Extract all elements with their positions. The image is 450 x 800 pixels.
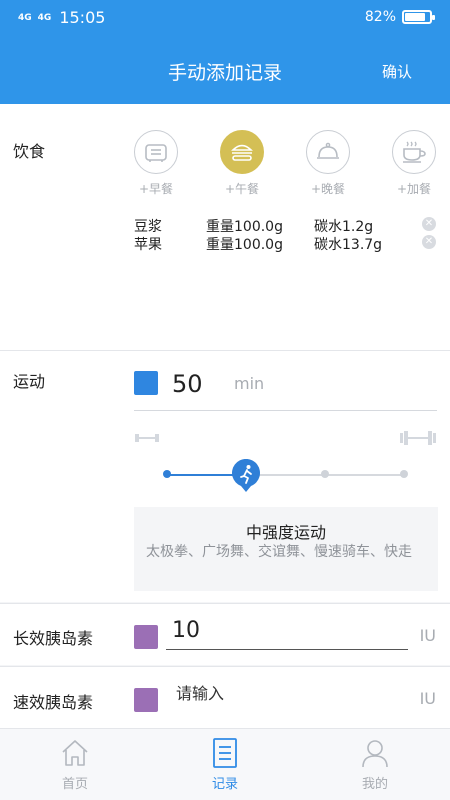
toaster-icon [134, 130, 178, 174]
delete-food-button[interactable]: ✕ [422, 235, 436, 249]
tab-record[interactable]: 记录 [175, 729, 275, 800]
short-insulin-color-square [134, 688, 158, 712]
battery-icon [402, 10, 435, 24]
runner-icon[interactable] [231, 459, 261, 493]
delete-food-button[interactable]: ✕ [422, 217, 436, 231]
short-insulin-unit: IU [419, 689, 436, 708]
tab-profile-label: 我的 [361, 777, 388, 792]
meal-dinner-button[interactable]: +晚餐 [306, 130, 350, 196]
exercise-section: 运动 50 min 中强度运动 太极拳、广场舞、交谊舞、慢速骑车、快走 [0, 350, 450, 602]
signal-indicator-1: 4G [18, 12, 32, 23]
food-name: 豆浆 [134, 219, 162, 235]
intensity-description: 太极拳、广场舞、交谊舞、慢速骑车、快走 [146, 544, 412, 560]
meal-breakfast-button[interactable]: +早餐 [134, 130, 178, 196]
long-insulin-input[interactable]: 10 [166, 614, 408, 650]
food-weight: 重量100.0g [206, 219, 283, 235]
heavy-dumbbell-icon [400, 431, 436, 445]
short-insulin-label: 速效胰岛素 [13, 693, 94, 712]
tab-home-label: 首页 [61, 777, 88, 792]
intensity-stop[interactable] [321, 470, 329, 478]
meal-lunch-button[interactable]: +午餐 [220, 130, 264, 196]
long-insulin-unit: IU [419, 626, 436, 645]
confirm-button[interactable]: 确认 [382, 61, 412, 82]
food-item-row: 苹果 重量100.0g 碳水13.7g ✕ [134, 234, 444, 253]
intensity-stop[interactable] [400, 470, 408, 478]
food-weight: 重量100.0g [206, 237, 283, 253]
dish-cover-icon [306, 130, 350, 174]
diet-section: 饮食 +早餐 +午餐 +晚餐 +加餐 豆浆 重量100.0g 碳水1.2g ✕ … [0, 104, 450, 350]
home-icon [62, 740, 88, 766]
light-dumbbell-icon [135, 434, 159, 442]
record-icon [213, 738, 237, 768]
signal-indicator-2: 4G [37, 12, 52, 23]
short-insulin-row: 速效胰岛素 请输入 IU [0, 666, 450, 728]
burger-icon [220, 130, 264, 174]
intensity-slider-track[interactable] [167, 474, 404, 476]
diet-label: 饮食 [13, 142, 46, 161]
battery-text: 82% [364, 9, 396, 25]
exercise-duration-unit: min [234, 374, 265, 393]
intensity-description-box: 中强度运动 太极拳、广场舞、交谊舞、慢速骑车、快走 [134, 507, 438, 591]
close-icon: ✕ [424, 236, 434, 247]
bottom-tab-bar: 首页 记录 我的 [0, 728, 450, 800]
close-icon: ✕ [424, 218, 434, 229]
long-insulin-color-square [134, 625, 158, 649]
meal-breakfast-label: +早餐 [138, 182, 174, 196]
food-carbs: 碳水1.2g [314, 219, 374, 235]
meal-snack-button[interactable]: +加餐 [392, 130, 436, 196]
battery-fill [405, 13, 425, 21]
intensity-title: 中强度运动 [245, 523, 326, 542]
tab-record-label: 记录 [211, 777, 238, 792]
long-insulin-row: 长效胰岛素 10 IU [0, 603, 450, 665]
coffee-cup-icon [392, 130, 436, 174]
status-right: 82% [364, 9, 435, 25]
meal-dinner-label: +晚餐 [310, 182, 346, 196]
status-left: 4G 4G 15:05 [18, 8, 105, 27]
tab-profile[interactable]: 我的 [325, 729, 425, 800]
title-bar: 手动添加记录 确认 [0, 36, 450, 104]
long-insulin-label: 长效胰岛素 [13, 629, 94, 648]
tab-home[interactable]: 首页 [25, 729, 125, 800]
exercise-duration-input[interactable]: 50 [172, 370, 203, 398]
short-insulin-input[interactable]: 请输入 [166, 677, 408, 713]
status-bar: 4G 4G 15:05 82% [0, 0, 450, 36]
meal-lunch-label: +午餐 [224, 182, 260, 196]
food-carbs: 碳水13.7g [314, 237, 383, 253]
food-name: 苹果 [134, 237, 162, 253]
profile-icon [362, 740, 388, 768]
exercise-color-square [134, 371, 158, 395]
exercise-label: 运动 [13, 372, 46, 391]
duration-underline [134, 410, 437, 411]
food-item-row: 豆浆 重量100.0g 碳水1.2g ✕ [134, 216, 444, 235]
status-time: 15:05 [59, 8, 106, 27]
intensity-stop[interactable] [163, 470, 171, 478]
meal-snack-label: +加餐 [396, 182, 432, 196]
